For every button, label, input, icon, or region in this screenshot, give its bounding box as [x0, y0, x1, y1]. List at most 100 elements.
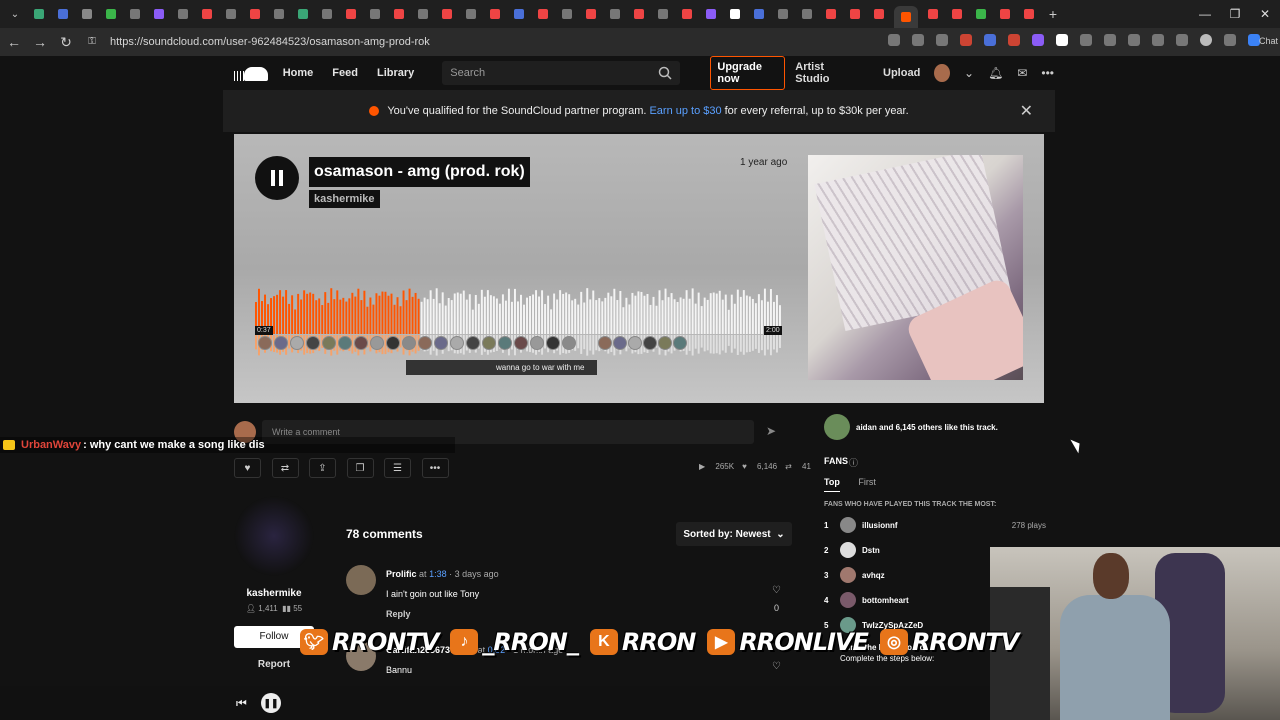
comment-marker-avatar[interactable] [402, 336, 416, 350]
likes-summary[interactable]: aidan and 6,145 others like this track. [824, 414, 998, 440]
browser-tab[interactable] [414, 5, 432, 23]
browser-tab[interactable] [486, 5, 504, 23]
browser-tab[interactable] [30, 5, 48, 23]
minimize-button[interactable]: — [1190, 0, 1220, 28]
extensions-puzzle-icon[interactable] [1080, 34, 1092, 46]
close-window-button[interactable]: ✕ [1250, 0, 1280, 28]
comment-marker-avatar[interactable] [466, 336, 480, 350]
extension-icon[interactable] [1032, 34, 1044, 46]
browser-tab[interactable] [678, 5, 696, 23]
chevron-down-icon[interactable]: ⌄ [964, 66, 974, 80]
comment-marker-avatar[interactable] [673, 336, 687, 350]
comment-marker-avatar[interactable] [482, 336, 496, 350]
browser-tab[interactable] [390, 5, 408, 23]
comment-marker-avatar[interactable] [643, 336, 657, 350]
comment-marker-avatar[interactable] [418, 336, 432, 350]
browser-tab[interactable] [270, 5, 288, 23]
browser-tab[interactable] [78, 5, 96, 23]
browser-tab[interactable] [606, 5, 624, 23]
close-icon[interactable]: ✕ [1020, 101, 1033, 121]
upload-link[interactable]: Upload [883, 67, 920, 79]
comment-marker-avatar[interactable] [354, 336, 368, 350]
forward-icon[interactable]: → [28, 30, 52, 54]
comment-marker-avatar[interactable] [613, 336, 627, 350]
tab-top[interactable]: Top [824, 477, 840, 492]
browser-tab[interactable] [750, 5, 768, 23]
comment-marker-avatar[interactable] [546, 336, 560, 350]
banner-link[interactable]: Earn up to $30 [649, 105, 721, 117]
comment-marker-avatar[interactable] [530, 336, 544, 350]
maximize-button[interactable]: ❐ [1220, 0, 1250, 28]
more-options-icon[interactable]: ••• [421, 458, 449, 478]
extension-icon[interactable] [888, 34, 900, 46]
browser-tab[interactable] [948, 5, 966, 23]
comment-avatar[interactable] [346, 565, 376, 595]
browser-tab[interactable] [654, 5, 672, 23]
search-input[interactable]: Search [442, 61, 681, 85]
comment-marker-avatar[interactable] [306, 336, 320, 350]
browser-tab[interactable] [510, 5, 528, 23]
browser-tab[interactable] [150, 5, 168, 23]
comment-marker-avatar[interactable] [434, 336, 448, 350]
pause-icon[interactable]: ❚❚ [261, 693, 281, 713]
extension-icon[interactable] [1056, 34, 1068, 46]
browser-tab[interactable] [846, 5, 864, 23]
comment-marker-avatar[interactable] [338, 336, 352, 350]
reload-icon[interactable]: ↻ [54, 30, 78, 54]
fan-row[interactable]: 1 illusionnf 278 plays [824, 517, 1046, 533]
heart-icon[interactable]: ♡ [772, 585, 781, 596]
browser-tab[interactable] [222, 5, 240, 23]
browser-tab[interactable] [726, 5, 744, 23]
browser-tab[interactable] [798, 5, 816, 23]
browser-tab[interactable] [198, 5, 216, 23]
url-field[interactable]: https://soundcloud.com/user-962484523/os… [110, 36, 430, 48]
track-artist-link[interactable]: kashermike [309, 190, 380, 208]
comment-user[interactable]: Prolific [386, 569, 417, 579]
messages-icon[interactable]: ✉ [1017, 66, 1027, 80]
browser-tab[interactable] [534, 5, 552, 23]
send-icon[interactable]: ➤ [766, 424, 776, 438]
tab-list-chevron[interactable]: ⌄ [6, 5, 24, 23]
reply-button[interactable]: Reply [386, 609, 411, 619]
browser-tab[interactable] [318, 5, 336, 23]
heart-icon[interactable]: ♡ [772, 661, 781, 672]
add-to-playlist-icon[interactable]: ☰ [384, 458, 411, 478]
upgrade-now-button[interactable]: Upgrade now [710, 56, 786, 90]
like-heart-icon[interactable]: ♥ [234, 458, 261, 478]
repost-icon[interactable]: ⇄ [271, 458, 299, 478]
comment-timestamp[interactable]: 1:38 [429, 569, 447, 579]
browser-tab[interactable] [438, 5, 456, 23]
more-menu-icon[interactable] [1224, 34, 1236, 46]
extension-icon[interactable] [960, 34, 972, 46]
user-avatar[interactable] [934, 64, 951, 82]
share-icon[interactable]: ⇪ [309, 458, 336, 478]
browser-tab[interactable] [870, 5, 888, 23]
browser-tab[interactable] [702, 5, 720, 23]
more-options-icon[interactable]: ••• [1041, 66, 1054, 80]
browser-tab[interactable] [558, 5, 576, 23]
browser-tab[interactable] [996, 5, 1014, 23]
browser-tab[interactable] [774, 5, 792, 23]
comment-marker-avatar[interactable] [628, 336, 642, 350]
extension-icon[interactable] [984, 34, 996, 46]
comment-marker-avatar[interactable] [562, 336, 576, 350]
browser-tab[interactable] [54, 5, 72, 23]
site-info-icon[interactable]: ⚿ [80, 30, 104, 54]
profile-avatar-icon[interactable] [1200, 34, 1212, 46]
browser-tab[interactable] [126, 5, 144, 23]
comment-marker-avatar[interactable] [514, 336, 528, 350]
browser-tab[interactable] [972, 5, 990, 23]
browser-tab[interactable] [1020, 5, 1038, 23]
comment-marker-avatar[interactable] [258, 336, 272, 350]
nav-library[interactable]: Library [377, 67, 414, 79]
browser-tab[interactable] [822, 5, 840, 23]
split-screen-icon[interactable] [1104, 34, 1116, 46]
comment-marker-avatar[interactable] [370, 336, 384, 350]
comment-marker-avatar[interactable] [322, 336, 336, 350]
pause-button[interactable] [255, 156, 299, 200]
sort-dropdown[interactable]: Sorted by: Newest ⌄ [676, 522, 792, 546]
browser-tab[interactable] [924, 5, 942, 23]
browser-tab[interactable] [246, 5, 264, 23]
browser-tab[interactable] [174, 5, 192, 23]
tab-first[interactable]: First [858, 477, 876, 487]
